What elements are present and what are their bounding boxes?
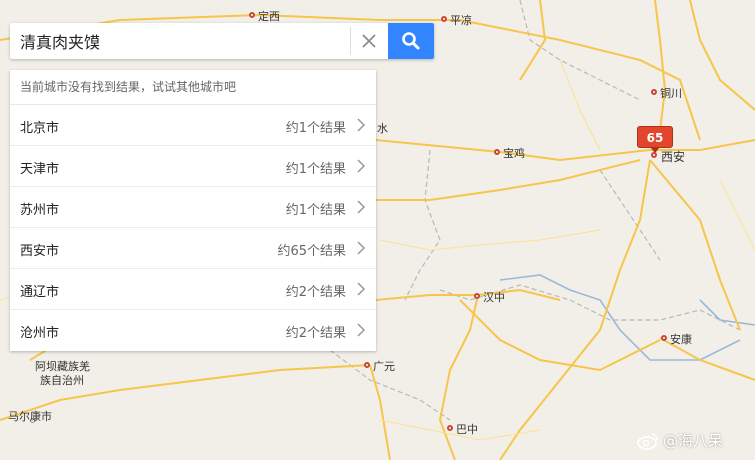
- search-button[interactable]: [388, 23, 434, 59]
- city-name: 通辽市: [20, 285, 60, 300]
- weibo-icon: [637, 432, 658, 450]
- result-count: 约1个结果: [285, 203, 346, 218]
- chevron-right-icon: [357, 282, 366, 296]
- city-label-ankang[interactable]: 安康: [670, 331, 692, 347]
- city-results-panel: 当前城市没有找到结果，试试其他城市吧 北京市 约1个结果 天津市 约1个结果 苏…: [10, 70, 376, 351]
- marker-pointer: [650, 147, 660, 153]
- city-label-aba-line2[interactable]: 族自治州: [40, 372, 84, 388]
- city-name: 苏州市: [20, 203, 60, 218]
- chevron-right-icon: [357, 159, 366, 173]
- city-label-bazhong[interactable]: 巴中: [456, 421, 478, 437]
- search-box: [10, 23, 434, 59]
- city-label-guangyuan[interactable]: 广元: [373, 358, 395, 374]
- city-name: 北京市: [20, 121, 60, 136]
- city-label-hanzhong[interactable]: 汉中: [483, 289, 505, 305]
- result-count: 约65个结果: [277, 244, 346, 259]
- chevron-right-icon: [357, 323, 366, 337]
- city-result-row-tongliao[interactable]: 通辽市 约2个结果: [10, 269, 376, 310]
- city-label-maerkang[interactable]: 马尔康市: [8, 408, 52, 424]
- result-count: 约2个结果: [285, 285, 346, 300]
- search-icon: [402, 32, 420, 50]
- city-result-row-cangzhou[interactable]: 沧州市 约2个结果: [10, 310, 376, 350]
- city-label-dingxi[interactable]: 定西: [258, 8, 280, 24]
- city-label-pingliang[interactable]: 平凉: [450, 12, 472, 28]
- chevron-right-icon: [357, 200, 366, 214]
- city-label-shui: 水: [377, 122, 388, 135]
- city-result-row-xian[interactable]: 西安市 约65个结果: [10, 228, 376, 269]
- city-dot-guangyuan[interactable]: [364, 362, 370, 368]
- close-icon: [362, 34, 376, 48]
- result-count: 约1个结果: [285, 121, 346, 136]
- city-result-row-tianjin[interactable]: 天津市 约1个结果: [10, 146, 376, 187]
- no-results-notice: 当前城市没有找到结果，试试其他城市吧: [10, 70, 376, 105]
- city-name: 沧州市: [20, 326, 60, 341]
- watermark-text: @海八呆: [663, 432, 724, 450]
- city-label-baoji[interactable]: 宝鸡: [503, 145, 525, 161]
- city-result-row-suzhou[interactable]: 苏州市 约1个结果: [10, 187, 376, 228]
- city-result-row-beijing[interactable]: 北京市 约1个结果: [10, 105, 376, 146]
- city-dot-pingliang[interactable]: [441, 16, 447, 22]
- result-count: 约1个结果: [285, 162, 346, 177]
- result-count: 约2个结果: [285, 326, 346, 341]
- city-name: 天津市: [20, 162, 60, 177]
- city-label-tongchuan[interactable]: 铜川: [660, 85, 682, 101]
- clear-button[interactable]: [350, 27, 387, 55]
- city-dot-bazhong[interactable]: [447, 425, 453, 431]
- weibo-watermark: @海八呆: [637, 430, 723, 451]
- chevron-right-icon: [357, 241, 366, 255]
- city-name: 西安市: [20, 244, 60, 259]
- chevron-right-icon: [357, 118, 366, 132]
- city-dot-ankang[interactable]: [661, 335, 667, 341]
- city-label-xian[interactable]: 西安: [661, 148, 685, 165]
- city-dot-baoji[interactable]: [494, 149, 500, 155]
- city-dot-tongchuan[interactable]: [651, 89, 657, 95]
- city-dot-dingxi[interactable]: [249, 12, 255, 18]
- search-input[interactable]: [10, 23, 340, 59]
- result-count-marker[interactable]: 65: [637, 126, 673, 148]
- city-dot-hanzhong[interactable]: [474, 293, 480, 299]
